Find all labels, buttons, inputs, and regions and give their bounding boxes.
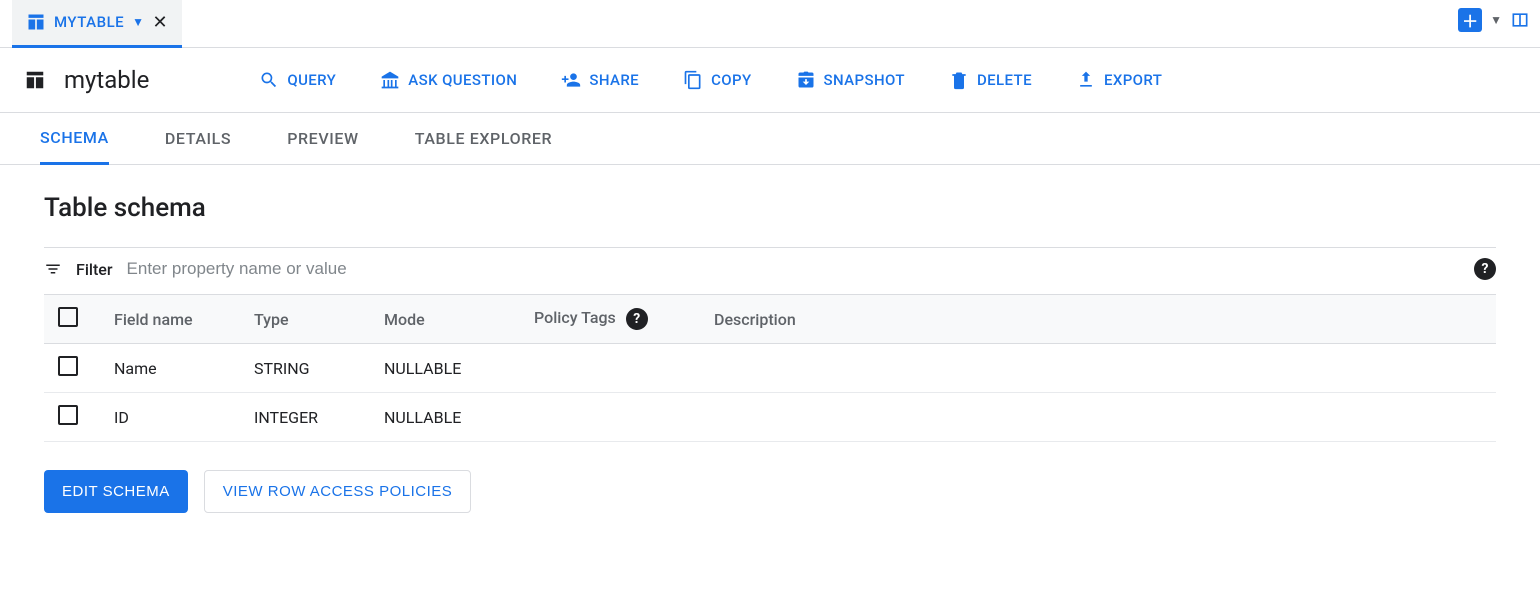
edit-schema-button[interactable]: EDIT SCHEMA xyxy=(44,470,188,513)
table-row: Name STRING NULLABLE xyxy=(44,344,1496,393)
delete-icon xyxy=(949,70,969,90)
share-label: SHARE xyxy=(589,71,639,89)
snapshot-label: SNAPSHOT xyxy=(824,71,905,89)
title-left: mytable xyxy=(24,66,149,94)
cell-field-name: Name xyxy=(100,344,240,393)
ask-question-button[interactable]: ASK QUESTION xyxy=(380,70,517,90)
col-field-name: Field name xyxy=(100,295,240,344)
subtabs: SCHEMA DETAILS PREVIEW TABLE EXPLORER xyxy=(0,113,1540,165)
cell-description xyxy=(700,344,1496,393)
table-icon xyxy=(26,12,46,32)
help-icon[interactable]: ? xyxy=(1474,258,1496,280)
col-description: Description xyxy=(700,295,1496,344)
col-policy-tags: Policy Tags ? xyxy=(520,295,700,344)
cell-mode: NULLABLE xyxy=(370,344,520,393)
add-tab-button[interactable]: ＋ xyxy=(1458,8,1482,32)
table-row: ID INTEGER NULLABLE xyxy=(44,393,1496,442)
tab-strip: MYTABLE ▼ ✕ xyxy=(0,0,1540,48)
copy-icon xyxy=(683,70,703,90)
delete-button[interactable]: DELETE xyxy=(949,70,1032,90)
cell-description xyxy=(700,393,1496,442)
view-row-access-policies-button[interactable]: VIEW ROW ACCESS POLICIES xyxy=(204,470,472,513)
select-all-checkbox[interactable] xyxy=(58,307,78,327)
toolbar: QUERY ASK QUESTION SHARE COPY SNAPSHOT D… xyxy=(259,70,1162,90)
title-bar: mytable QUERY ASK QUESTION SHARE COPY SN… xyxy=(0,48,1540,113)
filter-label: Filter xyxy=(76,260,113,279)
person-add-icon xyxy=(561,70,581,90)
tab-preview[interactable]: PREVIEW xyxy=(287,113,359,165)
filter-input[interactable] xyxy=(127,259,1460,279)
schema-table: Field name Type Mode Policy Tags ? Descr… xyxy=(44,294,1496,442)
section-title: Table schema xyxy=(44,193,1496,223)
button-row: EDIT SCHEMA VIEW ROW ACCESS POLICIES xyxy=(44,470,1496,513)
table-header-row: Field name Type Mode Policy Tags ? Descr… xyxy=(44,295,1496,344)
snapshot-icon xyxy=(796,70,816,90)
cell-policy-tags xyxy=(520,393,700,442)
cell-mode: NULLABLE xyxy=(370,393,520,442)
help-icon[interactable]: ? xyxy=(626,308,648,330)
query-button[interactable]: QUERY xyxy=(259,70,336,90)
export-button[interactable]: EXPORT xyxy=(1076,70,1162,90)
row-checkbox[interactable] xyxy=(58,356,78,376)
workspace-tab-mytable[interactable]: MYTABLE ▼ ✕ xyxy=(12,0,182,48)
workspace-tab-label: MYTABLE xyxy=(54,13,124,31)
tab-details[interactable]: DETAILS xyxy=(165,113,231,165)
search-icon xyxy=(259,70,279,90)
ask-question-label: ASK QUESTION xyxy=(408,71,517,89)
cell-field-name: ID xyxy=(100,393,240,442)
top-right-controls: ＋ ▼ xyxy=(1458,8,1530,32)
tab-menu-caret[interactable]: ▼ xyxy=(1490,13,1502,27)
cell-type: STRING xyxy=(240,344,370,393)
copy-button[interactable]: COPY xyxy=(683,70,751,90)
col-policy-tags-label: Policy Tags xyxy=(534,308,616,327)
filter-icon xyxy=(44,260,62,278)
filter-row: Filter ? xyxy=(44,247,1496,294)
close-icon[interactable]: ✕ xyxy=(153,12,169,33)
query-button-label: QUERY xyxy=(287,71,336,89)
row-checkbox[interactable] xyxy=(58,405,78,425)
col-mode: Mode xyxy=(370,295,520,344)
panel-icon[interactable] xyxy=(1510,10,1530,30)
tab-table-explorer[interactable]: TABLE EXPLORER xyxy=(415,113,552,165)
share-button[interactable]: SHARE xyxy=(561,70,639,90)
chevron-down-icon[interactable]: ▼ xyxy=(132,15,144,29)
delete-label: DELETE xyxy=(977,71,1032,89)
snapshot-button[interactable]: SNAPSHOT xyxy=(796,70,905,90)
col-type: Type xyxy=(240,295,370,344)
cell-type: INTEGER xyxy=(240,393,370,442)
export-icon xyxy=(1076,70,1096,90)
tab-schema[interactable]: SCHEMA xyxy=(40,113,109,165)
table-icon xyxy=(24,69,46,91)
cell-policy-tags xyxy=(520,344,700,393)
export-label: EXPORT xyxy=(1104,71,1162,89)
page-title: mytable xyxy=(64,66,149,94)
copy-label: COPY xyxy=(711,71,751,89)
content: Table schema Filter ? Field name Type Mo… xyxy=(0,165,1540,541)
museum-icon xyxy=(380,70,400,90)
